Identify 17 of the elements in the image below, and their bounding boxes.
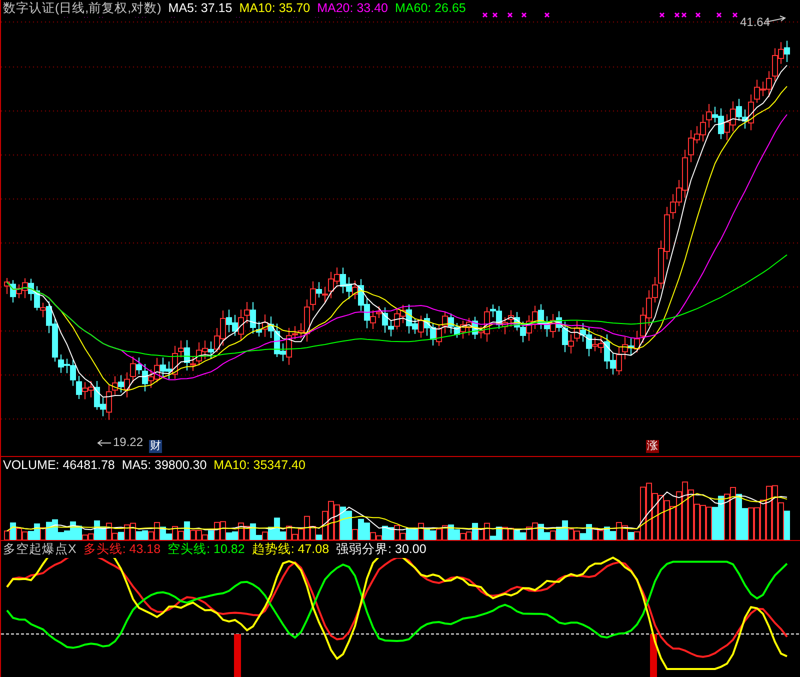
event-badge: 涨 (646, 440, 659, 453)
low-price-label: 19.22 (113, 435, 144, 449)
indicator-value: MA20: 33.40 (317, 1, 388, 16)
indicator-value: MA10: 35.70 (239, 1, 310, 16)
indicator-value: 强弱分界: 30.00 (336, 542, 426, 557)
event-badge: 财 (149, 440, 162, 453)
indicator-value: MA60: 26.65 (395, 1, 466, 16)
indicator-value: VOLUME: 46481.78 (3, 458, 115, 473)
indicator-value: 空头线: 10.82 (168, 542, 245, 557)
indicator-value: MA5: 37.15 (168, 1, 232, 16)
indicator-value: MA5: 39800.30 (122, 458, 207, 473)
indicator-value: 多头线: 43.18 (83, 542, 161, 557)
indicator-name: 多空起爆点X (3, 542, 76, 557)
high-price-label: 41.64 (740, 15, 770, 29)
indicator-value: MA10: 35347.40 (214, 458, 306, 473)
indicator-value: 趋势线: 47.08 (252, 542, 330, 557)
chart-title: 数字认证(日线,前复权,对数) (3, 1, 162, 16)
